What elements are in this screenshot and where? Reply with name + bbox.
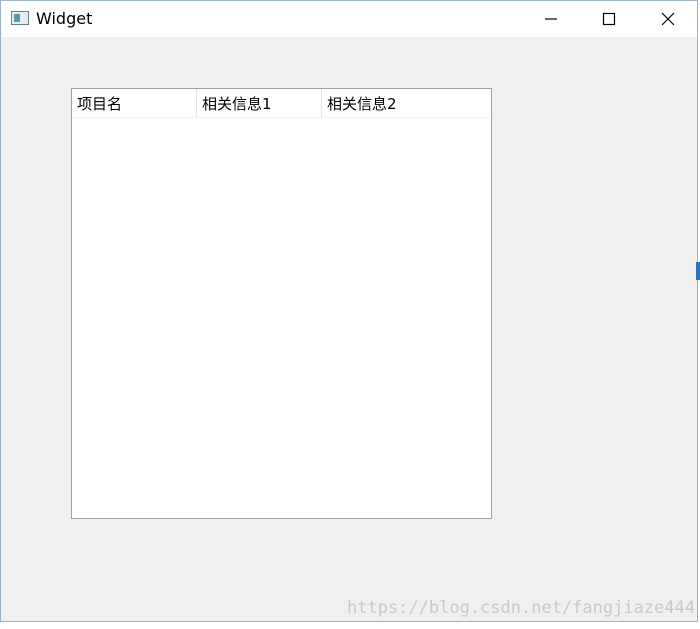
application-window: Widget 项目名 相关信息1 相关信息2 <box>0 0 698 622</box>
header-column-project-name[interactable]: 项目名 <box>72 89 197 117</box>
header-column-info-1[interactable]: 相关信息1 <box>197 89 322 117</box>
maximize-button[interactable] <box>580 1 638 37</box>
minimize-button[interactable] <box>522 1 580 37</box>
tree-header: 项目名 相关信息1 相关信息2 <box>72 89 491 118</box>
header-label: 相关信息2 <box>327 95 397 113</box>
header-label: 相关信息1 <box>202 95 272 113</box>
client-area: 项目名 相关信息1 相关信息2 <box>1 37 697 621</box>
minimize-icon <box>545 18 557 20</box>
title-bar[interactable]: Widget <box>1 1 697 37</box>
window-title: Widget <box>36 9 93 28</box>
maximize-icon <box>602 12 616 26</box>
app-icon <box>11 11 29 25</box>
header-column-info-2[interactable]: 相关信息2 <box>322 89 491 117</box>
close-button[interactable] <box>638 1 696 37</box>
background-window-edge <box>696 262 700 280</box>
watermark-url: https://blog.csdn.net/fangjiaze444 <box>347 598 695 618</box>
header-label: 项目名 <box>77 95 123 113</box>
close-icon <box>661 12 675 26</box>
tree-widget[interactable]: 项目名 相关信息1 相关信息2 <box>71 88 492 519</box>
app-icon-accent <box>14 14 20 22</box>
